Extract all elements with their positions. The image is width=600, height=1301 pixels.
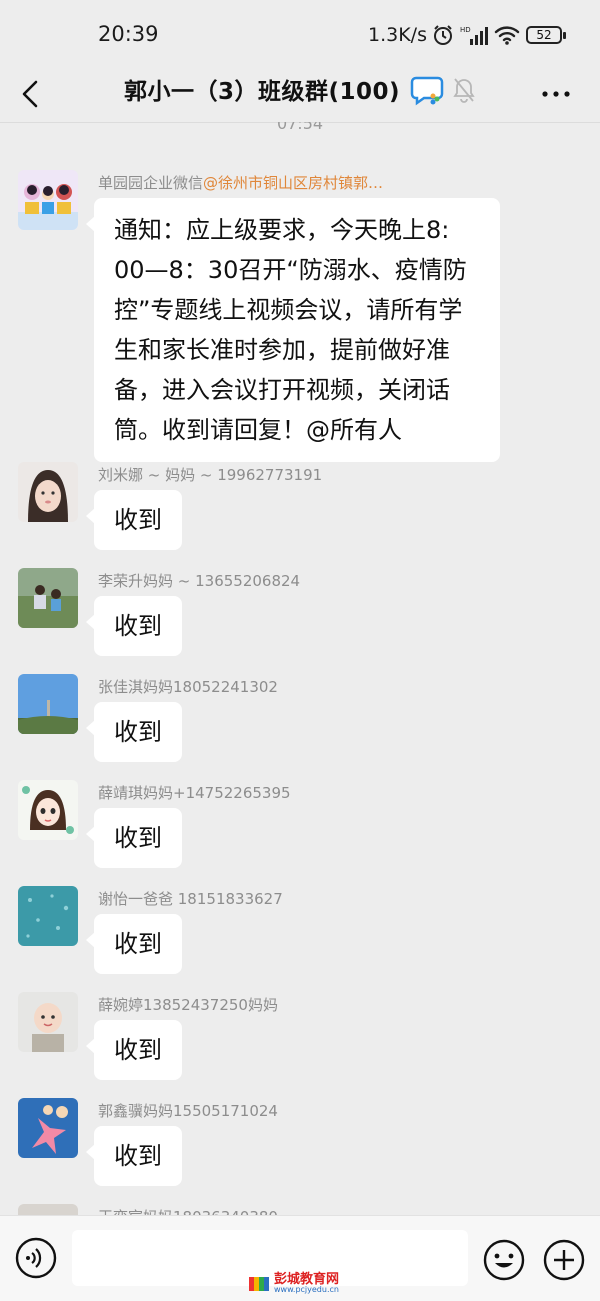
sender-org-tag: @徐州市铜山区房村镇郭… bbox=[203, 174, 384, 192]
status-bar: 20:39 1.3K/s HD 52 bbox=[0, 0, 600, 66]
battery-level: 52 bbox=[536, 28, 552, 42]
avatar[interactable] bbox=[18, 1098, 78, 1158]
sky-landscape-avatar-icon bbox=[18, 674, 78, 734]
sender-name: 张佳淇妈妈18052241302 bbox=[98, 678, 278, 696]
watermark-url: www.pcjyedu.cn bbox=[274, 1285, 339, 1294]
message-line: 备，进入会议打开视频，关闭话 bbox=[114, 376, 450, 404]
message-item: 薛婉婷13852437250妈妈 收到 bbox=[0, 992, 600, 1092]
sender-name: 王奕宸妈妈18036340380 bbox=[98, 1206, 278, 1215]
message-list[interactable]: 07:54 单园园企业微信@徐州市铜山区房村镇郭… 通知：应上级要求，今天晚上8… bbox=[0, 122, 600, 1215]
message-bubble[interactable]: 收到 bbox=[86, 702, 182, 762]
message-item: 王奕宸妈妈18036340380 bbox=[0, 1204, 600, 1215]
message-bubble[interactable]: 收到 bbox=[86, 808, 182, 868]
back-arrow-icon[interactable] bbox=[16, 74, 46, 114]
message-bubble[interactable]: 收到 bbox=[86, 490, 182, 550]
message-line: 生和家长准时参加，提前做好准 bbox=[114, 336, 450, 364]
kids-on-grass-avatar-icon bbox=[18, 568, 78, 628]
network-speed: 1.3K/s bbox=[368, 24, 427, 46]
sender-name: 郭鑫骥妈妈15505171024 bbox=[98, 1102, 278, 1120]
status-time: 20:39 bbox=[98, 22, 159, 46]
message-timestamp: 07:54 bbox=[276, 122, 324, 133]
message-item: 刘米娜 ~ 妈妈 ~ 19962773191 收到 bbox=[0, 462, 600, 562]
sender-name: 薛靖琪妈妈+14752265395 bbox=[98, 784, 291, 802]
watermark-text: 彭城教育网 www.pcjyedu.cn bbox=[274, 1273, 339, 1294]
chat-title: 郭小一（3）班级群(100) bbox=[124, 79, 401, 105]
cartoon-family-avatar-icon bbox=[18, 170, 78, 230]
avatar[interactable] bbox=[18, 886, 78, 946]
sender-name: 刘米娜 ~ 妈妈 ~ 19962773191 bbox=[98, 466, 323, 484]
message-line: 通知：应上级要求，今天晚上8: bbox=[114, 216, 450, 244]
more-options-icon[interactable] bbox=[540, 74, 572, 114]
avatar[interactable] bbox=[18, 1204, 78, 1215]
message-line: 00—8：30召开“防溺水、疫情防 bbox=[114, 256, 467, 284]
message-item: 谢怡一爸爸 18151833627 收到 bbox=[0, 886, 600, 986]
message-bubble[interactable]: 收到 bbox=[86, 914, 182, 974]
message-item: 李荣升妈妈 ~ 13655206824 收到 bbox=[0, 568, 600, 668]
message-line: 控”专题线上视频会议，请所有学 bbox=[114, 296, 463, 324]
baby-photo-avatar-icon bbox=[18, 992, 78, 1052]
avatar[interactable] bbox=[18, 674, 78, 734]
add-attachment-icon[interactable] bbox=[542, 1238, 586, 1282]
chat-header: 郭小一（3）班级群(100) bbox=[0, 66, 600, 123]
site-watermark: 彭城教育网 www.pcjyedu.cn bbox=[248, 1273, 339, 1294]
message-item: 薛靖琪妈妈+14752265395 收到 bbox=[0, 780, 600, 880]
notice-message-bubble[interactable]: 通知：应上级要求，今天晚上8: 00—8：30召开“防溺水、疫情防 控”专题线上… bbox=[86, 198, 500, 462]
avatar[interactable] bbox=[18, 568, 78, 628]
svg-text:HD: HD bbox=[460, 26, 471, 34]
wifi-icon bbox=[494, 26, 520, 45]
avatar[interactable] bbox=[18, 992, 78, 1052]
face-photo-avatar-icon bbox=[18, 462, 78, 522]
wecom-chat-icon bbox=[410, 76, 444, 106]
message-item: 郭鑫骥妈妈15505171024 收到 bbox=[0, 1098, 600, 1198]
sender-name-text: 单园园企业微信 bbox=[98, 174, 204, 192]
sender-name: 单园园企业微信@徐州市铜山区房村镇郭… bbox=[98, 172, 383, 193]
voice-input-icon[interactable] bbox=[14, 1236, 58, 1280]
signal-icon: HD bbox=[460, 26, 488, 45]
message-bubble[interactable]: 收到 bbox=[86, 1020, 182, 1080]
battery-indicator: 52 bbox=[526, 26, 566, 44]
avatar[interactable] bbox=[18, 462, 78, 522]
water-drops-avatar-icon bbox=[18, 886, 78, 946]
book-logo-icon bbox=[249, 1276, 269, 1291]
message-bubble[interactable]: 收到 bbox=[86, 1126, 182, 1186]
status-icons: HD 52 bbox=[432, 20, 566, 50]
sender-name: 薛婉婷13852437250妈妈 bbox=[98, 996, 278, 1014]
cartoon-starfish-avatar-icon bbox=[18, 1098, 78, 1158]
message-item: 张佳淇妈妈18052241302 收到 bbox=[0, 674, 600, 774]
avatar[interactable] bbox=[18, 170, 78, 230]
message-item: 单园园企业微信@徐州市铜山区房村镇郭… 通知：应上级要求，今天晚上8: 00—8… bbox=[0, 170, 600, 462]
mute-bell-icon bbox=[453, 78, 475, 103]
emoji-icon[interactable] bbox=[482, 1238, 526, 1282]
message-bubble[interactable]: 收到 bbox=[86, 596, 182, 656]
profile-photo-avatar-icon bbox=[18, 1204, 78, 1215]
alarm-icon bbox=[434, 25, 452, 45]
sender-name: 李荣升妈妈 ~ 13655206824 bbox=[98, 572, 301, 590]
message-line: 筒。收到请回复！@所有人 bbox=[114, 416, 402, 444]
avatar[interactable] bbox=[18, 780, 78, 840]
anime-girl-avatar-icon bbox=[18, 780, 78, 840]
sender-name: 谢怡一爸爸 18151833627 bbox=[98, 890, 283, 908]
